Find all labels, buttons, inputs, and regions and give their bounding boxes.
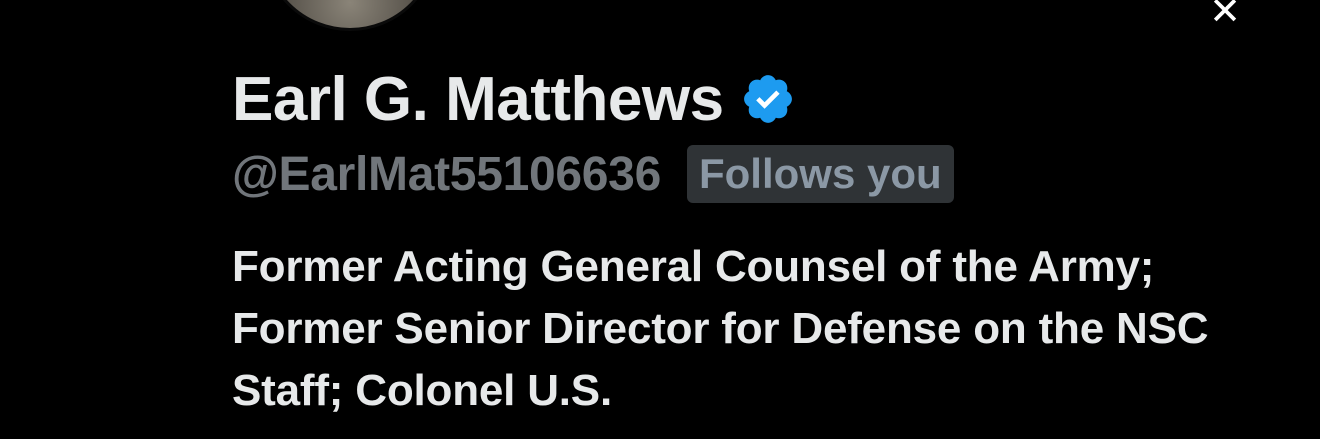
- profile-avatar[interactable]: [262, 0, 438, 31]
- verified-badge-icon: [743, 75, 792, 123]
- close-icon: ✕: [1209, 0, 1241, 33]
- profile-bio: Former Acting General Counsel of the Arm…: [232, 242, 1209, 415]
- display-name-row: Earl G. Matthews: [232, 64, 796, 134]
- handle-row: @EarlMat55106636 Follows you: [232, 143, 954, 205]
- user-handle: @EarlMat55106636: [232, 147, 661, 201]
- follows-you-badge: Follows you: [686, 145, 954, 203]
- close-button[interactable]: ✕: [1205, 0, 1245, 33]
- display-name: Earl G. Matthews: [232, 64, 724, 134]
